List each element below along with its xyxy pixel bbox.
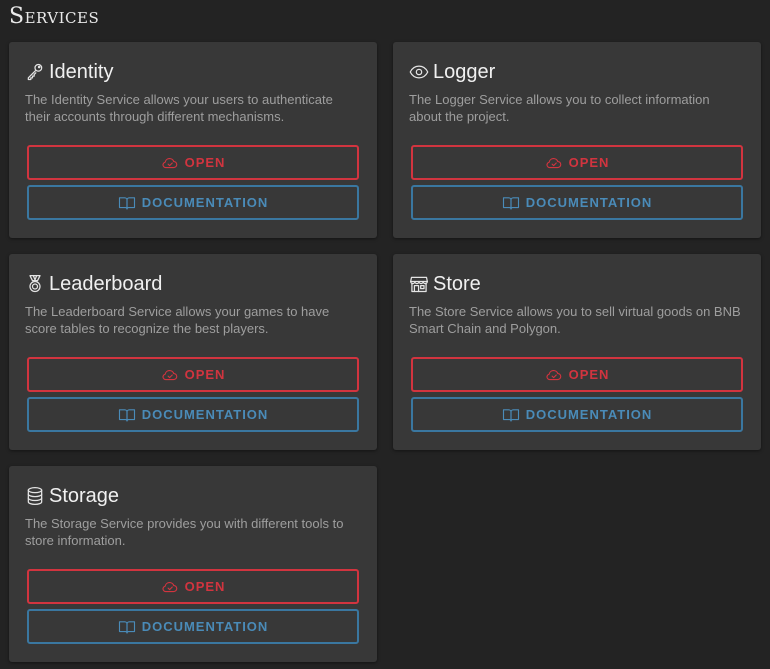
open-store-button[interactable]: OPEN xyxy=(411,357,743,392)
service-title: Leaderboard xyxy=(49,273,163,295)
cloud-check-icon xyxy=(162,369,177,380)
services-grid: Identity The Identity Service allows you… xyxy=(9,42,761,662)
open-identity-button[interactable]: OPEN xyxy=(27,145,359,180)
service-card-store: Store The Store Service allows you to se… xyxy=(393,254,761,450)
service-title: Identity xyxy=(49,61,114,83)
service-title: Logger xyxy=(433,61,496,83)
service-description: The Logger Service allows you to collect… xyxy=(409,92,710,124)
service-card-storage: Storage The Storage Service provides you… xyxy=(9,466,377,662)
documentation-identity-button[interactable]: DOCUMENTATION xyxy=(27,185,359,220)
service-description: The Store Service allows you to sell vir… xyxy=(409,304,741,336)
documentation-store-button[interactable]: DOCUMENTATION xyxy=(411,397,743,432)
service-card-logger: Logger The Logger Service allows you to … xyxy=(393,42,761,238)
card-header: Store xyxy=(409,271,743,297)
service-card-leaderboard: Leaderboard The Leaderboard Service allo… xyxy=(9,254,377,450)
service-card-identity: Identity The Identity Service allows you… xyxy=(9,42,377,238)
open-logger-button[interactable]: OPEN xyxy=(411,145,743,180)
card-header: Storage xyxy=(25,483,359,509)
open-button-label: OPEN xyxy=(184,367,226,382)
page-title: Services xyxy=(9,4,100,29)
open-button-label: OPEN xyxy=(568,367,610,382)
key-icon xyxy=(25,62,45,82)
open-button-label: OPEN xyxy=(568,155,610,170)
book-open-icon xyxy=(118,196,135,210)
cloud-check-icon xyxy=(546,157,561,168)
service-title: Store xyxy=(433,273,481,295)
open-leaderboard-button[interactable]: OPEN xyxy=(27,357,359,392)
documentation-logger-button[interactable]: DOCUMENTATION xyxy=(411,185,743,220)
documentation-button-label: DOCUMENTATION xyxy=(141,195,269,210)
database-icon xyxy=(25,486,45,506)
book-open-icon xyxy=(118,620,135,634)
cloud-check-icon xyxy=(162,157,177,168)
book-open-icon xyxy=(502,196,519,210)
service-title: Storage xyxy=(49,485,120,507)
documentation-button-label: DOCUMENTATION xyxy=(525,407,653,422)
open-button-label: OPEN xyxy=(184,579,226,594)
cloud-check-icon xyxy=(162,581,177,592)
documentation-leaderboard-button[interactable]: DOCUMENTATION xyxy=(27,397,359,432)
book-open-icon xyxy=(118,408,135,422)
store-icon xyxy=(409,274,429,294)
card-header: Identity xyxy=(25,59,359,85)
card-header: Leaderboard xyxy=(25,271,359,297)
documentation-button-label: DOCUMENTATION xyxy=(141,619,269,634)
cloud-check-icon xyxy=(546,369,561,380)
card-header: Logger xyxy=(409,59,743,85)
documentation-button-label: DOCUMENTATION xyxy=(525,195,653,210)
service-description: The Leaderboard Service allows your game… xyxy=(25,304,330,336)
documentation-storage-button[interactable]: DOCUMENTATION xyxy=(27,609,359,644)
service-description: The Identity Service allows your users t… xyxy=(25,92,333,124)
medal-icon xyxy=(25,274,45,294)
documentation-button-label: DOCUMENTATION xyxy=(141,407,269,422)
services-page: Services Identity The Identity Service a… xyxy=(0,0,770,669)
book-open-icon xyxy=(502,408,519,422)
open-storage-button[interactable]: OPEN xyxy=(27,569,359,604)
open-button-label: OPEN xyxy=(184,155,226,170)
service-description: The Storage Service provides you with di… xyxy=(25,516,344,548)
eye-icon xyxy=(409,62,429,82)
